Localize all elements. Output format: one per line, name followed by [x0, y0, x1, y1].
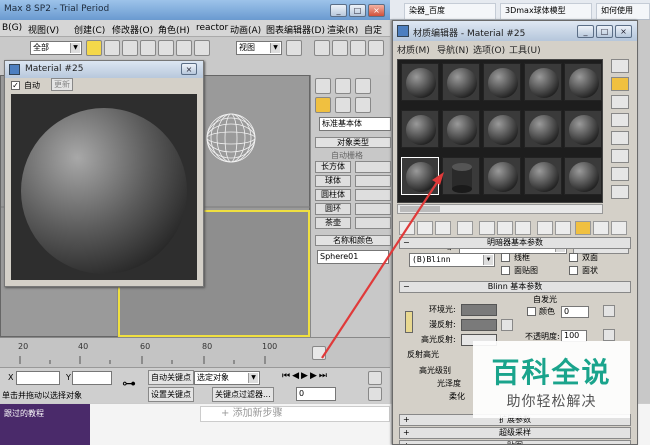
annotation-arrow-head	[432, 172, 444, 185]
watermark: 百科全说 助你轻松解决	[473, 341, 630, 418]
watermark-title: 百科全说	[491, 356, 612, 389]
annotation-arrow	[321, 177, 441, 359]
watermark-subtitle: 助你轻松解决	[506, 394, 597, 410]
